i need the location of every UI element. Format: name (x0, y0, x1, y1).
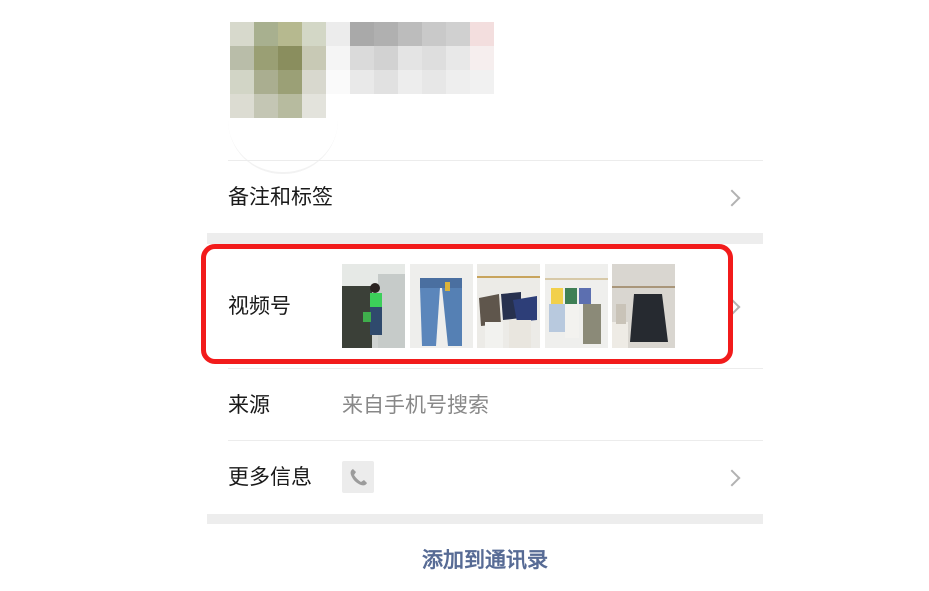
section-gap (207, 514, 763, 524)
channels-thumbnails (342, 264, 682, 348)
remarks-tags-label: 备注和标签 (228, 185, 333, 209)
phone-icon (342, 461, 374, 493)
channels-label: 视频号 (228, 294, 291, 318)
section-gap (207, 233, 763, 244)
channel-thumbnail[interactable] (410, 264, 473, 348)
channel-thumbnail[interactable] (612, 264, 675, 348)
channel-thumbnail[interactable] (477, 264, 540, 348)
source-value: 来自手机号搜索 (342, 393, 489, 417)
channel-thumbnail[interactable] (342, 264, 405, 348)
source-label: 来源 (228, 393, 270, 417)
more-info-label: 更多信息 (228, 465, 312, 489)
add-to-contacts-button[interactable]: 添加到通讯录 (207, 544, 763, 576)
pixelated-profile-info (230, 22, 494, 118)
channel-thumbnail[interactable] (545, 264, 608, 348)
